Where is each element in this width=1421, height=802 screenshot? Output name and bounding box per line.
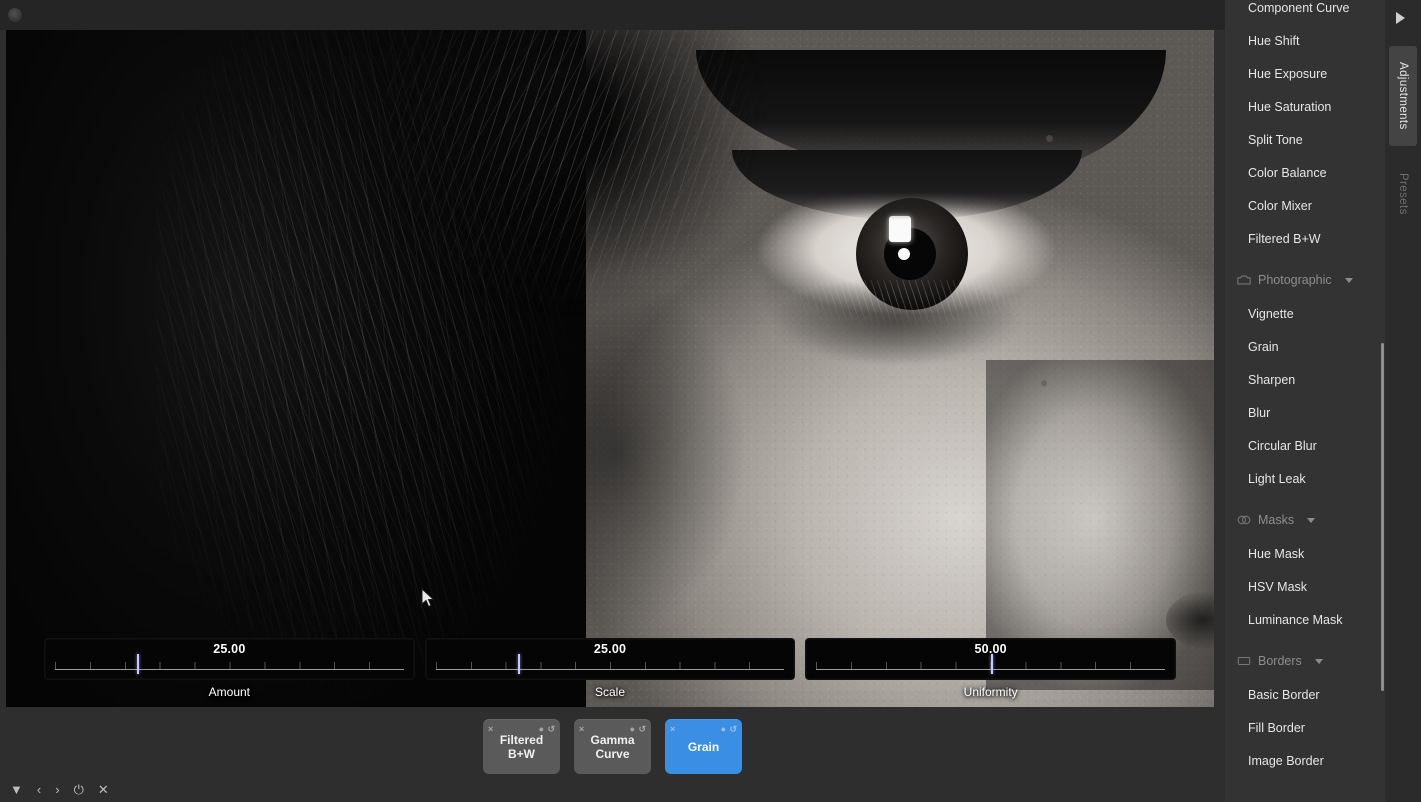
sidebar-item-filtered-bw[interactable]: Filtered B+W: [1225, 223, 1385, 256]
sidebar-item-hue-saturation[interactable]: Hue Saturation: [1225, 91, 1385, 124]
bottom-left-controls: ▼ ‹ › ⏻ ✕: [10, 783, 109, 796]
next-button[interactable]: ›: [55, 783, 59, 796]
app-window: 25.00 Amount 25.00 Scale 50.00: [0, 0, 1421, 802]
slider-amount-label: Amount: [44, 685, 415, 699]
close-icon[interactable]: ×: [579, 722, 584, 736]
sidebar-item-circular-blur[interactable]: Circular Blur: [1225, 430, 1385, 463]
layer-chip-label: GammaCurve: [590, 733, 634, 761]
sidebar-item-split-tone[interactable]: Split Tone: [1225, 124, 1385, 157]
chevron-down-icon[interactable]: [1345, 278, 1353, 283]
reset-icon[interactable]: ↺: [729, 722, 737, 736]
hair-fringe: [386, 30, 806, 420]
adjustments-list: Component Curve Hue Shift Hue Exposure H…: [1225, 0, 1385, 778]
slider-scale-track[interactable]: [436, 669, 785, 671]
section-header-borders[interactable]: Borders: [1225, 643, 1385, 679]
image-preview[interactable]: 25.00 Amount 25.00 Scale 50.00: [6, 30, 1214, 707]
borders-icon: [1237, 654, 1251, 668]
close-icon[interactable]: ×: [670, 722, 675, 736]
tab-presets[interactable]: Presets: [1389, 158, 1417, 230]
sidebar-item-component-curve[interactable]: Component Curve: [1225, 0, 1385, 25]
play-icon[interactable]: [1396, 12, 1405, 24]
section-title: Borders: [1258, 654, 1302, 668]
adjustments-panel[interactable]: Component Curve Hue Shift Hue Exposure H…: [1225, 0, 1385, 802]
reset-icon[interactable]: ↺: [638, 722, 646, 736]
layer-chip-grain[interactable]: × ● ↺ Grain: [665, 719, 742, 774]
section-title: Masks: [1258, 513, 1294, 527]
layer-chip-gamma-curve[interactable]: × ● ↺ GammaCurve: [574, 719, 651, 774]
layer-chip-filtered-bw[interactable]: × ● ↺ FilteredB+W: [483, 719, 560, 774]
slider-uniformity-label: Uniformity: [805, 685, 1176, 699]
layer-chip-label: FilteredB+W: [500, 733, 543, 761]
section-title: Photographic: [1258, 273, 1332, 287]
slider-uniformity[interactable]: 50.00 Uniformity: [805, 638, 1176, 699]
slider-amount-handle[interactable]: [137, 654, 139, 674]
slider-amount-value: 25.00: [45, 642, 414, 656]
sidebar-item-fill-border[interactable]: Fill Border: [1225, 712, 1385, 745]
sidebar-item-sharpen[interactable]: Sharpen: [1225, 364, 1385, 397]
app-indicator-icon: [8, 8, 22, 22]
sidebar-item-light-leak[interactable]: Light Leak: [1225, 463, 1385, 496]
sidebar-item-image-border[interactable]: Image Border: [1225, 745, 1385, 778]
layer-chip-row: × ● ↺ FilteredB+W × ● ↺ GammaCurve × ● ↺…: [0, 719, 1225, 774]
sidebar-item-color-mixer[interactable]: Color Mixer: [1225, 190, 1385, 223]
mouse-cursor: [421, 588, 435, 608]
reset-power-button[interactable]: ⏻: [74, 783, 84, 796]
sidebar-item-luminance-mask[interactable]: Luminance Mask: [1225, 604, 1385, 637]
chevron-down-icon[interactable]: [1307, 518, 1315, 523]
sidebar-item-color-balance[interactable]: Color Balance: [1225, 157, 1385, 190]
close-button[interactable]: ✕: [98, 783, 109, 796]
previous-button[interactable]: ‹: [37, 783, 41, 796]
slider-uniformity-track-box[interactable]: 50.00: [805, 638, 1176, 680]
mole-lower: [1041, 380, 1047, 386]
tab-adjustments[interactable]: Adjustments: [1389, 46, 1417, 146]
masks-icon: [1237, 513, 1251, 527]
toggle-icon[interactable]: ●: [539, 722, 544, 736]
panel-tab-rail: Adjustments Presets: [1385, 0, 1421, 802]
photo-content: [6, 30, 1214, 707]
layer-chip-label: Grain: [688, 740, 719, 754]
camera-icon: [1237, 273, 1251, 287]
sidebar-item-grain[interactable]: Grain: [1225, 331, 1385, 364]
chevron-down-icon[interactable]: [1315, 659, 1323, 664]
bottom-bar: × ● ↺ FilteredB+W × ● ↺ GammaCurve × ● ↺…: [0, 707, 1225, 802]
expand-down-button[interactable]: ▼: [10, 783, 23, 796]
top-bar: [0, 0, 1225, 30]
sidebar-item-vignette[interactable]: Vignette: [1225, 298, 1385, 331]
toggle-icon[interactable]: ●: [721, 722, 726, 736]
sidebar-item-hue-shift[interactable]: Hue Shift: [1225, 25, 1385, 58]
scrollbar-thumb[interactable]: [1381, 343, 1384, 691]
sidebar-item-hsv-mask[interactable]: HSV Mask: [1225, 571, 1385, 604]
slider-row: 25.00 Amount 25.00 Scale 50.00: [6, 635, 1214, 707]
slider-scale-handle[interactable]: [518, 654, 520, 674]
section-header-masks[interactable]: Masks: [1225, 502, 1385, 538]
slider-scale-label: Scale: [425, 685, 796, 699]
mole-upper: [1046, 135, 1053, 142]
toggle-icon[interactable]: ●: [630, 722, 635, 736]
slider-amount-track-box[interactable]: 25.00: [44, 638, 415, 680]
slider-amount[interactable]: 25.00 Amount: [44, 638, 415, 699]
sidebar-item-basic-border[interactable]: Basic Border: [1225, 679, 1385, 712]
slider-scale-value: 25.00: [426, 642, 795, 656]
slider-scale-track-box[interactable]: 25.00: [425, 638, 796, 680]
sidebar-item-hue-mask[interactable]: Hue Mask: [1225, 538, 1385, 571]
close-icon[interactable]: ×: [488, 722, 493, 736]
sidebar-item-blur[interactable]: Blur: [1225, 397, 1385, 430]
reset-icon[interactable]: ↺: [547, 722, 555, 736]
slider-uniformity-handle[interactable]: [991, 654, 993, 674]
slider-scale[interactable]: 25.00 Scale: [425, 638, 796, 699]
section-header-photographic[interactable]: Photographic: [1225, 262, 1385, 298]
slider-amount-track[interactable]: [55, 669, 404, 671]
sidebar-item-hue-exposure[interactable]: Hue Exposure: [1225, 58, 1385, 91]
catchlight-secondary: [898, 248, 910, 260]
